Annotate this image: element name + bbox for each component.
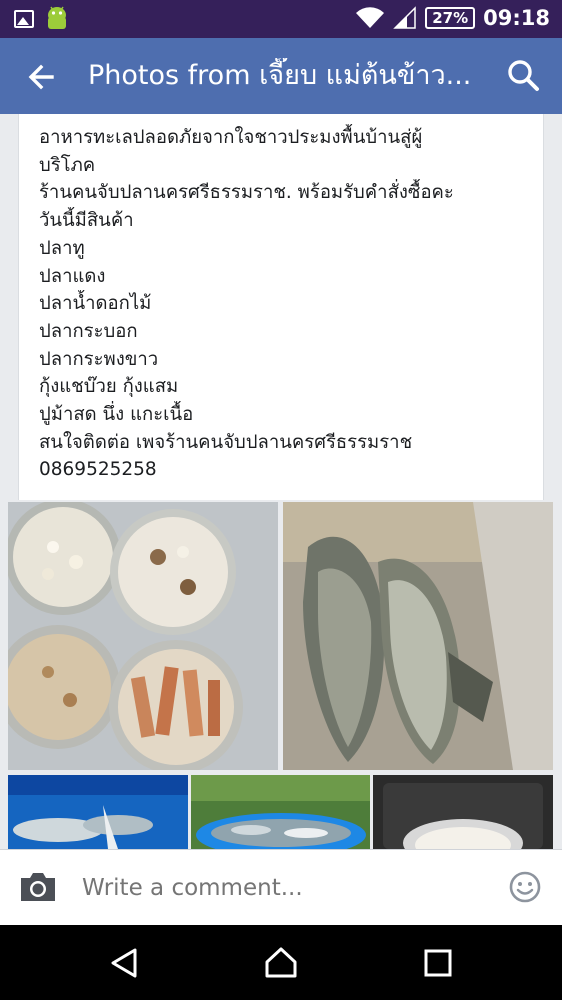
post-line: อาหารทะเลปลอดภัยจากใจชาวประมงพื้นบ้านสู่… bbox=[39, 127, 423, 148]
back-arrow-icon[interactable] bbox=[22, 56, 64, 98]
post-line: สนใจติดต่อ เพจร้านคนจับปลานครศรีธรรมราช bbox=[39, 431, 413, 453]
emoji-icon[interactable] bbox=[508, 870, 542, 904]
comment-bar bbox=[0, 849, 562, 925]
post-line: บริโภค bbox=[39, 154, 96, 176]
wifi-icon bbox=[356, 7, 385, 29]
battery-icon: 27% bbox=[425, 7, 476, 29]
photo-fish[interactable] bbox=[283, 502, 553, 770]
navigation-bar bbox=[0, 925, 562, 1000]
home-icon[interactable] bbox=[263, 945, 299, 981]
app-bar: Photos from เจี๊ยบ แม่ต้นข้าว... bbox=[0, 38, 562, 114]
post-line: ปลาน้ำดอกไม้ bbox=[39, 293, 152, 315]
photo-fish-bucket[interactable] bbox=[8, 775, 188, 849]
post-line: ปลาทู bbox=[39, 237, 85, 259]
post-line: ปลากระพงขาว bbox=[39, 348, 159, 370]
status-bar: 27% 09:18 bbox=[0, 0, 562, 38]
post-text: อาหารทะเลปลอดภัยจากใจชาวประมงพื้นบ้านสู่… bbox=[39, 124, 529, 484]
android-icon bbox=[48, 6, 66, 29]
clock: 09:18 bbox=[483, 6, 550, 30]
post-card: อาหารทะเลปลอดภัยจากใจชาวประมงพื้นบ้านสู่… bbox=[18, 114, 544, 500]
post-line: วันนี้มีสินค้า bbox=[39, 210, 134, 232]
image-icon bbox=[14, 10, 34, 28]
post-line: ปลาแดง bbox=[39, 265, 106, 287]
back-triangle-icon[interactable] bbox=[106, 945, 142, 981]
page-title: Photos from เจี๊ยบ แม่ต้นข้าว... bbox=[88, 60, 472, 91]
battery-percent: 27% bbox=[432, 9, 469, 27]
photo-seafood-bowls[interactable] bbox=[8, 502, 278, 770]
signal-icon bbox=[393, 6, 416, 29]
post-line: 0869525258 bbox=[39, 459, 157, 481]
search-icon[interactable] bbox=[504, 56, 544, 96]
recents-icon[interactable] bbox=[420, 945, 456, 981]
photo-squid-bowl[interactable] bbox=[373, 775, 553, 849]
camera-icon[interactable] bbox=[18, 870, 58, 904]
comment-input[interactable] bbox=[82, 872, 462, 904]
post-line: ปูม้าสด นึ่ง แกะเนื้อ bbox=[39, 404, 194, 426]
post-line: กุ้งแชบ๊วย กุ้งแสม bbox=[39, 376, 179, 398]
photo-fish-basin[interactable] bbox=[191, 775, 370, 849]
post-line: ปลากระบอก bbox=[39, 320, 138, 342]
post-line: ร้านคนจับปลานครศรีธรรมราช. พร้อมรับคำสั่… bbox=[39, 182, 454, 204]
